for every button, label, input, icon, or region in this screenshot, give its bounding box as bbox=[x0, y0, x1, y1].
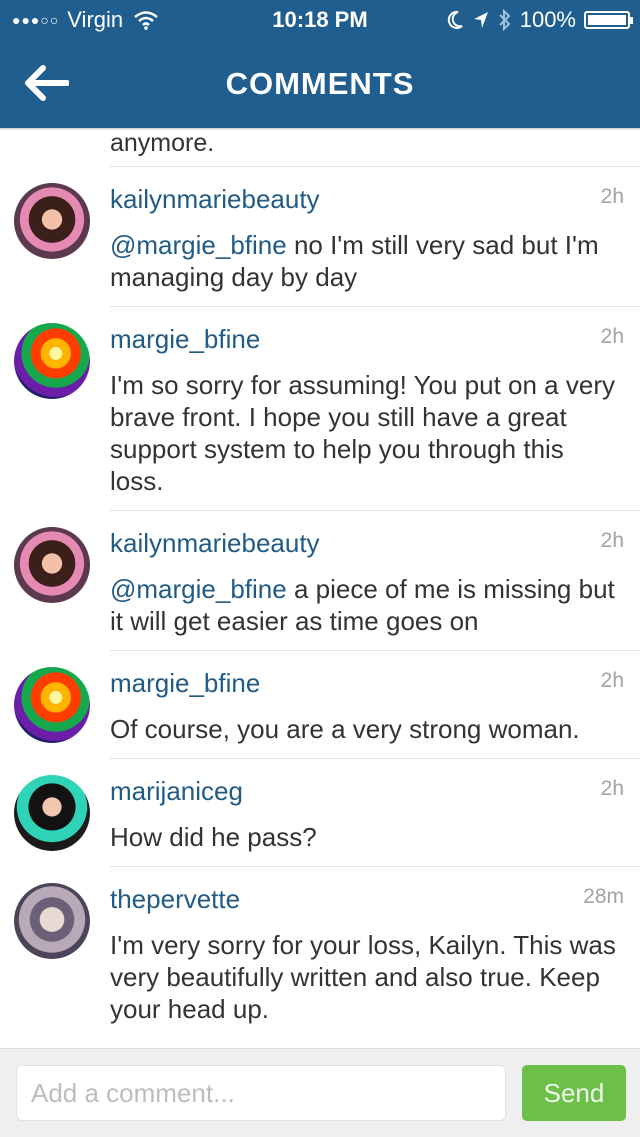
avatar[interactable] bbox=[14, 527, 90, 603]
comment-time: 2h bbox=[600, 669, 624, 692]
comment-time: 2h bbox=[600, 529, 624, 552]
comments-list[interactable]: anymore. kailynmariebeauty 2h @margie_bf… bbox=[0, 128, 640, 1048]
avatar[interactable] bbox=[14, 775, 90, 851]
comment-mention[interactable]: @margie_bfine bbox=[110, 230, 287, 260]
avatar[interactable] bbox=[14, 667, 90, 743]
avatar[interactable] bbox=[14, 183, 90, 259]
avatar[interactable] bbox=[14, 323, 90, 399]
battery-percent: 100% bbox=[519, 7, 576, 32]
comment-body: I'm so sorry for assuming! You put on a … bbox=[110, 370, 615, 496]
comment-composer: Send bbox=[0, 1048, 640, 1137]
comment-item: kailynmariebeauty 2h @margie_bfine no I'… bbox=[0, 167, 640, 307]
comment-item: margie_bfine 2h Of course, you are a ver… bbox=[0, 651, 640, 759]
comment-time: 2h bbox=[600, 325, 624, 348]
comment-username[interactable]: kailynmariebeauty bbox=[110, 527, 624, 559]
comment-body: I'm very sorry for your loss, Kailyn. Th… bbox=[110, 930, 616, 1024]
location-arrow-icon bbox=[473, 12, 488, 28]
nav-bar: COMMENTS bbox=[0, 40, 640, 128]
comment-text: How did he pass? bbox=[110, 821, 624, 853]
send-button[interactable]: Send bbox=[522, 1065, 626, 1121]
bluetooth-icon bbox=[499, 9, 511, 31]
comment-text: I'm so sorry for assuming! You put on a … bbox=[110, 369, 624, 497]
comment-text: I'm very sorry for your loss, Kailyn. Th… bbox=[110, 929, 624, 1025]
comment-time: 2h bbox=[600, 777, 624, 800]
comment-item: marijaniceg 2h How did he pass? bbox=[0, 759, 640, 867]
partial-comment: anymore. bbox=[110, 128, 640, 167]
page-title: COMMENTS bbox=[225, 66, 415, 101]
comment-item: margie_bfine 2h I'm so sorry for assumin… bbox=[0, 307, 640, 511]
moon-icon bbox=[447, 10, 463, 29]
comment-body: How did he pass? bbox=[110, 822, 317, 852]
comment-text: @margie_bfine no I'm still very sad but … bbox=[110, 229, 624, 293]
avatar[interactable] bbox=[14, 883, 90, 959]
app-header: ●●●○○ Virgin 10:18 PM 100% COMMENTS bbox=[0, 0, 640, 128]
comment-item: thepervette 28m I'm very sorry for your … bbox=[0, 867, 640, 1039]
comment-username[interactable]: margie_bfine bbox=[110, 323, 624, 355]
battery-fill bbox=[588, 15, 626, 25]
partial-comment-text: anymore. bbox=[110, 129, 215, 157]
comment-text: Of course, you are a very strong woman. bbox=[110, 713, 624, 745]
comment-body: Of course, you are a very strong woman. bbox=[110, 714, 580, 744]
comment-username[interactable]: marijaniceg bbox=[110, 775, 624, 807]
status-bar: ●●●○○ Virgin 10:18 PM 100% bbox=[0, 0, 640, 40]
comment-text: @margie_bfine a piece of me is missing b… bbox=[110, 573, 624, 637]
status-right: 100% bbox=[446, 7, 633, 33]
comment-time: 2h bbox=[600, 185, 624, 208]
comment-input[interactable] bbox=[16, 1065, 506, 1121]
battery-icon bbox=[584, 11, 633, 29]
comment-username[interactable]: kailynmariebeauty bbox=[110, 183, 624, 215]
comment-username[interactable]: thepervette bbox=[110, 883, 624, 915]
comment-username[interactable]: margie_bfine bbox=[110, 667, 624, 699]
comment-item: kailynmariebeauty 2h @margie_bfine a pie… bbox=[0, 511, 640, 651]
comment-mention[interactable]: @margie_bfine bbox=[110, 574, 287, 604]
comment-time: 28m bbox=[583, 885, 624, 908]
